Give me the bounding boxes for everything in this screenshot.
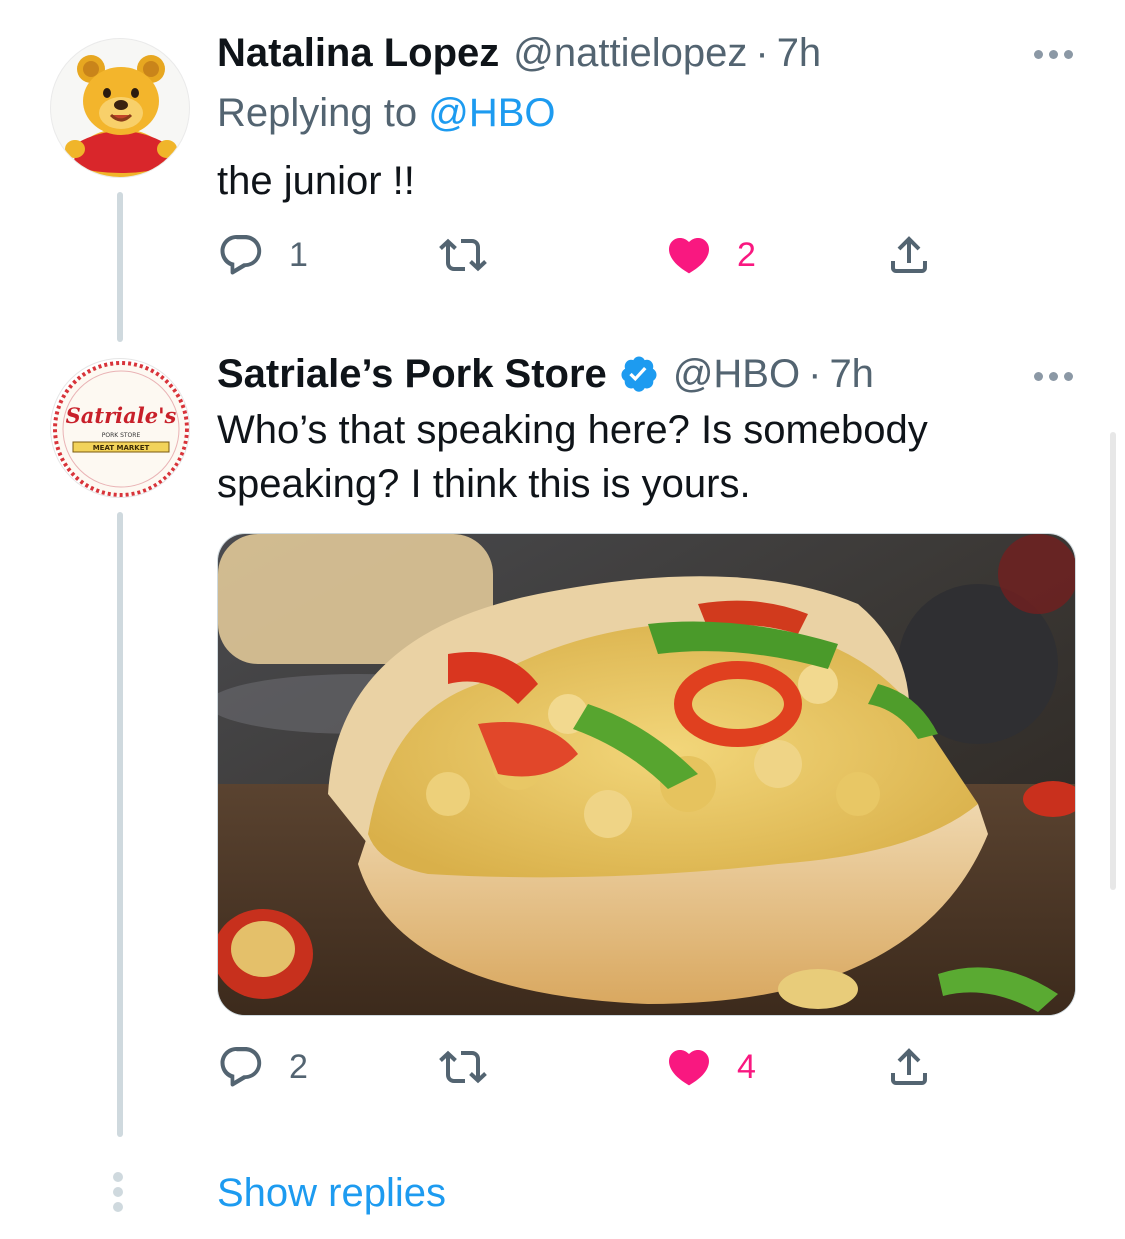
thread-line bbox=[117, 192, 123, 342]
retweet-icon bbox=[439, 1050, 487, 1084]
retweet-button[interactable] bbox=[439, 230, 511, 280]
tweet-text: the junior !! bbox=[217, 159, 415, 203]
author-name[interactable]: Natalina Lopez bbox=[217, 30, 499, 76]
tweet-text-line-2: speaking? I think this is yours. bbox=[217, 462, 751, 506]
heart-filled-icon bbox=[668, 1050, 710, 1086]
share-button[interactable] bbox=[885, 230, 933, 280]
like-count: 2 bbox=[737, 235, 756, 274]
show-replies-link[interactable]: Show replies bbox=[217, 1170, 446, 1216]
tweet-text: Who’s that speaking here? Is somebody sp… bbox=[217, 403, 1067, 511]
tweet-text-line-1: Who’s that speaking here? Is somebody bbox=[217, 408, 928, 452]
author-handle[interactable]: @nattielopez bbox=[513, 30, 747, 76]
more-options-icon[interactable] bbox=[1034, 50, 1073, 59]
reply-icon bbox=[220, 235, 262, 275]
tweet-media-image[interactable] bbox=[217, 533, 1076, 1016]
tweet-actions: 1 2 bbox=[217, 230, 947, 280]
thread-gap-dots bbox=[113, 1172, 123, 1212]
retweet-icon bbox=[439, 238, 487, 272]
reply-count: 1 bbox=[289, 235, 308, 274]
tweet-header: Natalina Lopez @nattielopez · 7h bbox=[217, 30, 821, 76]
replying-to: Replying to @HBO bbox=[217, 90, 556, 136]
tweet-time[interactable]: 7h bbox=[777, 30, 822, 76]
heart-filled-icon bbox=[668, 238, 710, 274]
replying-to-handle[interactable]: @HBO bbox=[428, 91, 555, 135]
share-icon bbox=[891, 1048, 927, 1085]
share-icon bbox=[891, 236, 927, 273]
reply-count: 2 bbox=[289, 1047, 308, 1086]
reply-button[interactable]: 1 bbox=[217, 230, 308, 280]
more-options-icon[interactable] bbox=[1034, 372, 1073, 381]
scrollbar[interactable] bbox=[1110, 432, 1116, 890]
tweet-natalina-lopez[interactable]: Natalina Lopez @nattielopez · 7h Replyin… bbox=[0, 0, 1125, 342]
egg-and-pepper-sandwich-photo-icon bbox=[218, 534, 1075, 1015]
avatar[interactable] bbox=[50, 38, 190, 178]
author-name[interactable]: Satriale’s Pork Store bbox=[217, 351, 607, 397]
tweet-header: Satriale’s Pork Store @HBO · 7h bbox=[217, 351, 874, 397]
tweet-time[interactable]: 7h bbox=[829, 351, 874, 397]
reply-button[interactable]: 2 bbox=[217, 1042, 308, 1092]
thread-line bbox=[117, 512, 123, 1137]
avatar[interactable]: Satriale's PORK STORE MEAT MARKET bbox=[50, 358, 190, 498]
author-handle[interactable]: @HBO bbox=[673, 351, 800, 397]
retweet-button[interactable] bbox=[439, 1042, 511, 1092]
satriales-logo-icon: Satriale's PORK STORE MEAT MARKET bbox=[53, 361, 189, 497]
separator-dot: · bbox=[755, 31, 769, 75]
svg-text:Satriale's: Satriale's bbox=[66, 403, 177, 428]
svg-text:MEAT MARKET: MEAT MARKET bbox=[93, 444, 150, 452]
reply-icon bbox=[220, 1047, 262, 1087]
verified-badge-icon bbox=[621, 356, 657, 392]
share-button[interactable] bbox=[885, 1042, 933, 1092]
svg-text:PORK STORE: PORK STORE bbox=[102, 432, 141, 439]
replying-to-prefix: Replying to bbox=[217, 91, 418, 135]
like-button[interactable]: 2 bbox=[665, 230, 756, 280]
tweet-actions: 2 4 bbox=[217, 1042, 947, 1092]
like-button[interactable]: 4 bbox=[665, 1042, 756, 1092]
separator-dot: · bbox=[808, 352, 822, 396]
like-count: 4 bbox=[737, 1047, 756, 1086]
winnie-the-pooh-avatar-icon bbox=[65, 55, 177, 177]
